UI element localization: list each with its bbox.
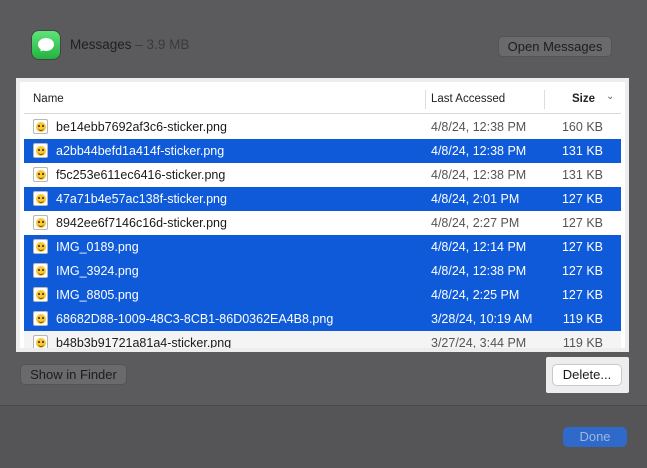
file-size: 127 KB: [561, 192, 603, 206]
sheet-footer: Done: [0, 405, 647, 468]
file-name: IMG_3924.png: [56, 264, 139, 278]
table-header: Name Last Accessed Size ⌄: [24, 86, 621, 114]
app-title: Messages – 3.9 MB: [70, 37, 189, 52]
last-accessed: 4/8/24, 12:14 PM: [431, 240, 527, 254]
table-row[interactable]: be14ebb7692af3c6-sticker.png 4/8/24, 12:3…: [24, 115, 621, 139]
column-header-size[interactable]: Size: [572, 93, 595, 105]
column-divider: [425, 90, 426, 109]
sticker-image-icon: [33, 215, 48, 230]
table-row[interactable]: f5c253e611ec6416-sticker.png 4/8/24, 12:3…: [24, 163, 621, 187]
column-header-last-accessed[interactable]: Last Accessed: [431, 93, 505, 105]
table-row[interactable]: 8942ee6f7146c16d-sticker.png 4/8/24, 2:27…: [24, 211, 621, 235]
file-size: 127 KB: [561, 288, 603, 302]
done-button[interactable]: Done: [563, 427, 627, 447]
delete-button-highlight: Delete...: [546, 357, 629, 393]
open-messages-button[interactable]: Open Messages: [498, 36, 612, 57]
file-name: 47a71b4e57ac138f-sticker.png: [56, 192, 227, 206]
file-name: IMG_8805.png: [56, 288, 139, 302]
sticker-image-icon: [33, 239, 48, 254]
file-name: 68682D88-1009-48C3-8CB1-86D0362EA4B8.png: [56, 312, 334, 326]
file-size: 131 KB: [561, 144, 603, 158]
file-name: 8942ee6f7146c16d-sticker.png: [56, 216, 227, 230]
files-table: Name Last Accessed Size ⌄ be14ebb7692af3…: [16, 78, 629, 352]
sticker-image-icon: [33, 119, 48, 134]
table-row[interactable]: b48b3b91721a81a4-sticker.png 3/27/24, 3:4…: [24, 331, 621, 350]
file-size: 119 KB: [562, 312, 603, 326]
file-name: f5c253e611ec6416-sticker.png: [56, 168, 226, 182]
sticker-image-icon: [33, 335, 48, 348]
column-header-name[interactable]: Name: [33, 93, 64, 105]
sticker-image-icon: [33, 287, 48, 302]
last-accessed: 3/28/24, 10:19 AM: [431, 312, 533, 326]
file-name: a2bb44befd1a414f-sticker.png: [56, 144, 225, 158]
sticker-image-icon: [33, 191, 48, 206]
storage-detail-sheet: Messages – 3.9 MB Open Messages Name Las…: [0, 0, 647, 468]
sticker-image-icon: [33, 143, 48, 158]
sticker-image-icon: [33, 263, 48, 278]
file-size: 127 KB: [561, 264, 603, 278]
app-header: Messages – 3.9 MB Open Messages: [32, 31, 617, 61]
delete-button[interactable]: Delete...: [552, 364, 622, 386]
file-size: 127 KB: [561, 216, 603, 230]
last-accessed: 4/8/24, 2:01 PM: [431, 192, 520, 206]
file-name: IMG_0189.png: [56, 240, 139, 254]
last-accessed: 4/8/24, 12:38 PM: [431, 120, 527, 134]
table-row[interactable]: IMG_8805.png 4/8/24, 2:25 PM 127 KB: [24, 283, 621, 307]
sticker-image-icon: [33, 167, 48, 182]
last-accessed: 4/8/24, 2:25 PM: [431, 288, 520, 302]
last-accessed: 4/8/24, 2:27 PM: [431, 216, 520, 230]
table-body: be14ebb7692af3c6-sticker.png 4/8/24, 12:3…: [24, 115, 621, 350]
column-divider: [544, 90, 545, 109]
app-name-label: Messages: [70, 37, 132, 52]
last-accessed: 4/8/24, 12:38 PM: [431, 264, 527, 278]
table-row[interactable]: 47a71b4e57ac138f-sticker.png 4/8/24, 2:01…: [24, 187, 621, 211]
file-size: 127 KB: [561, 240, 603, 254]
messages-app-icon: [32, 31, 60, 59]
sticker-image-icon: [33, 311, 48, 326]
last-accessed: 4/8/24, 12:38 PM: [431, 168, 527, 182]
table-row[interactable]: a2bb44befd1a414f-sticker.png 4/8/24, 12:3…: [24, 139, 621, 163]
file-size: 119 KB: [562, 336, 603, 350]
app-size-label: – 3.9 MB: [135, 37, 190, 52]
last-accessed: 3/27/24, 3:44 PM: [431, 336, 527, 350]
table-row[interactable]: IMG_0189.png 4/8/24, 12:14 PM 127 KB: [24, 235, 621, 259]
file-size: 131 KB: [561, 168, 603, 182]
file-size: 160 KB: [561, 120, 603, 134]
table-row[interactable]: IMG_3924.png 4/8/24, 12:38 PM 127 KB: [24, 259, 621, 283]
file-name: b48b3b91721a81a4-sticker.png: [56, 336, 232, 350]
show-in-finder-button[interactable]: Show in Finder: [20, 364, 127, 385]
table-row[interactable]: 68682D88-1009-48C3-8CB1-86D0362EA4B8.png…: [24, 307, 621, 331]
chevron-down-icon[interactable]: ⌄: [606, 91, 614, 102]
file-name: be14ebb7692af3c6-sticker.png: [56, 120, 227, 134]
last-accessed: 4/8/24, 12:38 PM: [431, 144, 527, 158]
